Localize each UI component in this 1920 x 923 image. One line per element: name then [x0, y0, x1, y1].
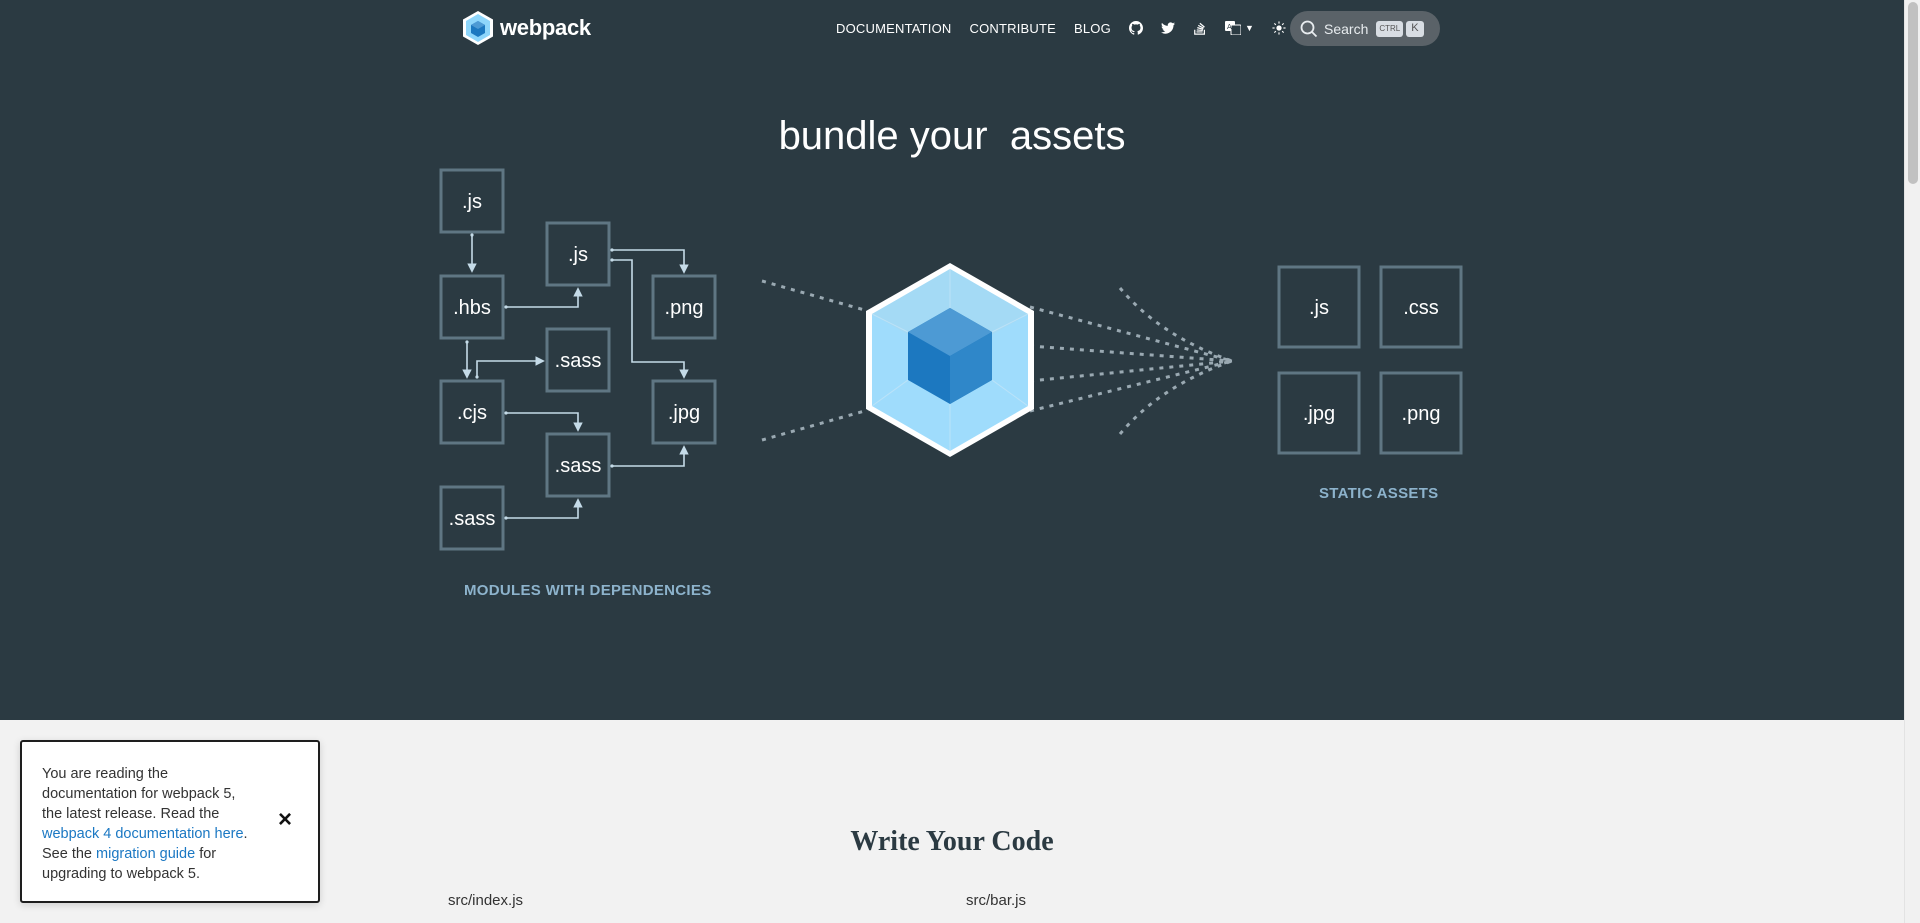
logo-text: webpack	[500, 15, 591, 40]
module-label: .jpg	[668, 402, 700, 424]
bundle-diagram: .js .js .png .hbs .sass .cjs .jpg .sass …	[439, 168, 1463, 551]
language-icon: A	[1224, 21, 1241, 35]
page-scrollbar[interactable]	[1904, 0, 1920, 923]
version-notice: You are reading the documentation for we…	[20, 740, 320, 903]
notice-text: You are reading the documentation for we…	[42, 764, 252, 884]
nav-documentation[interactable]: DOCUMENTATION	[836, 21, 952, 36]
asset-label: .png	[1402, 403, 1441, 425]
site-header: webpack DOCUMENTATION CONTRIBUTE BLOG A …	[0, 0, 1904, 56]
module-label: .hbs	[453, 297, 491, 319]
kbd-k: K	[1406, 20, 1424, 37]
nav-blog[interactable]: BLOG	[1074, 21, 1111, 36]
code-file-label: src/bar.js	[966, 892, 1027, 909]
asset-label: .css	[1403, 297, 1439, 319]
module-label: .sass	[555, 350, 602, 372]
section-title: Write Your Code	[850, 826, 1054, 857]
asset-label: .jpg	[1303, 403, 1335, 425]
module-label: .js	[462, 191, 482, 213]
hero-section: bundle your assets .js .js .png .hbs .sa…	[0, 56, 1904, 720]
nav-contribute[interactable]: CONTRIBUTE	[970, 21, 1057, 36]
chevron-down-icon: ▼	[1244, 23, 1254, 33]
scrollbar-thumb[interactable]	[1908, 2, 1918, 184]
asset-label: .js	[1309, 297, 1329, 319]
search-button[interactable]: Search CTRL K	[1290, 11, 1440, 46]
code-file-label: src/index.js	[448, 892, 524, 909]
svg-text:A: A	[1227, 23, 1232, 31]
theme-icon[interactable]	[1272, 21, 1286, 35]
kbd-ctrl: CTRL	[1376, 20, 1404, 37]
module-label: .sass	[555, 455, 602, 477]
stack-overflow-icon[interactable]	[1193, 21, 1207, 35]
module-label: .sass	[449, 508, 496, 530]
language-selector[interactable]: A ▼	[1224, 21, 1254, 35]
module-label: .png	[665, 297, 704, 319]
logo-link[interactable]: webpack	[462, 10, 591, 46]
github-icon[interactable]	[1128, 21, 1143, 35]
webpack-cube-icon	[866, 263, 1034, 457]
twitter-icon[interactable]	[1160, 21, 1175, 35]
module-label: .js	[568, 244, 588, 266]
module-label: .cjs	[457, 402, 487, 424]
main-nav: DOCUMENTATION CONTRIBUTE BLOG A ▼	[836, 0, 1304, 56]
modules-caption: MODULES WITH DEPENDENCIES	[464, 582, 712, 599]
search-label: Search	[1324, 20, 1369, 37]
webpack-logo-icon	[463, 11, 493, 45]
search-icon	[1300, 20, 1318, 37]
notice-text-1: You are reading the documentation for we…	[42, 766, 236, 822]
assets-caption: STATIC ASSETS	[1319, 485, 1439, 502]
